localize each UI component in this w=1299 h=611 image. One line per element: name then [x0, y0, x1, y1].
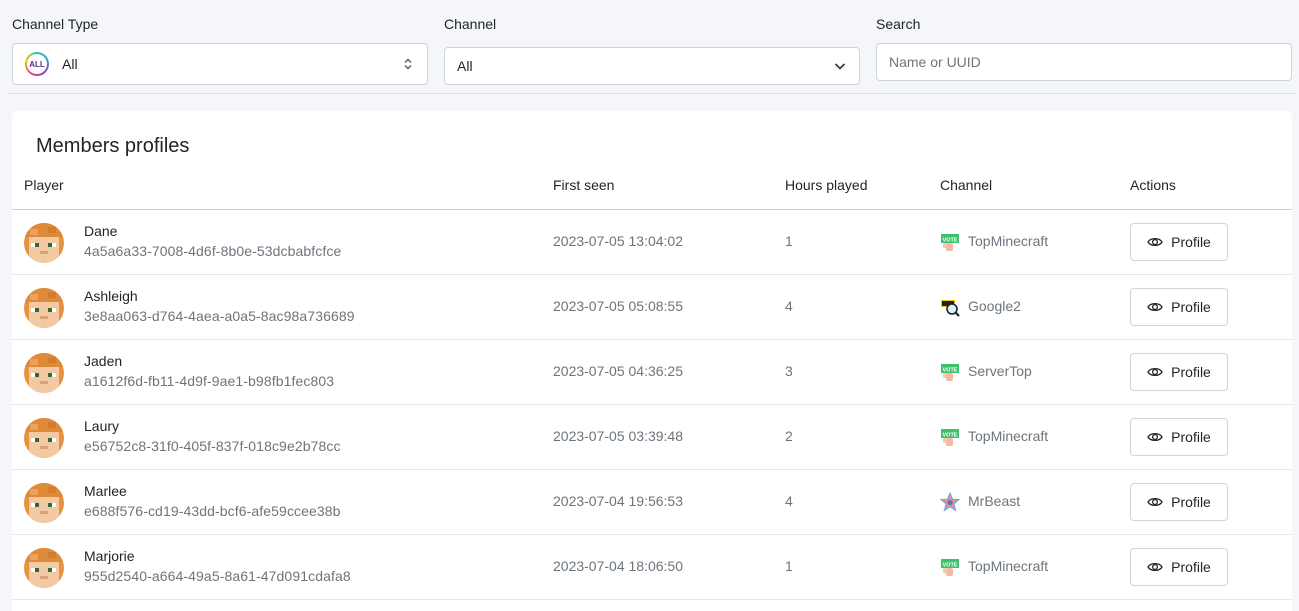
first-seen: 2023-07-05 03:39:48: [553, 428, 683, 444]
channel-name: TopMinecraft: [968, 233, 1049, 249]
hours-played: 4: [785, 493, 793, 509]
profile-button[interactable]: Profile: [1130, 353, 1228, 391]
table-row: Dane 4a5a6a33-7008-4d6f-8b0e-53dcbabfcfc…: [12, 210, 1292, 275]
channel-value: All: [457, 58, 473, 74]
updown-caret-icon: [404, 58, 412, 70]
column-header-actions: Actions: [1130, 177, 1176, 193]
channel-name: MrBeast: [968, 493, 1021, 509]
player-name: Laury: [84, 418, 120, 434]
search-magnifier-icon: [940, 297, 960, 317]
player-avatar: [24, 223, 64, 263]
first-seen: 2023-07-04 18:06:50: [553, 558, 683, 574]
hours-played: 1: [785, 558, 793, 574]
column-header-player: Player: [24, 177, 64, 193]
first-seen: 2023-07-05 04:36:25: [553, 363, 683, 379]
all-badge-text: ALL: [27, 54, 47, 74]
table-row: Jaden a1612f6d-fb11-4d9f-9ae1-b98fb1fec8…: [12, 340, 1292, 405]
search-label: Search: [876, 16, 921, 32]
star-icon: [939, 491, 961, 512]
player-avatar: [24, 288, 64, 328]
filters-divider: [8, 93, 1296, 94]
profile-button-label: Profile: [1171, 494, 1211, 510]
profile-button[interactable]: Profile: [1130, 483, 1228, 521]
first-seen: 2023-07-05 05:08:55: [553, 298, 683, 314]
player-name: Marlee: [84, 483, 127, 499]
column-header-channel: Channel: [940, 177, 993, 193]
channel-name: Google2: [968, 298, 1021, 314]
channel-select[interactable]: All: [444, 47, 860, 85]
player-name: Dane: [84, 223, 118, 239]
svg-text:VOTE: VOTE: [943, 237, 958, 243]
vote-icon: VOTE: [940, 427, 960, 447]
first-seen: 2023-07-05 13:04:02: [553, 233, 683, 249]
player-name: Ashleigh: [84, 288, 138, 304]
search-input[interactable]: [876, 43, 1292, 81]
table-row: Marjorie 955d2540-a664-49a5-8a61-47d091c…: [12, 535, 1292, 600]
player-name: Jaden: [84, 353, 123, 369]
svg-text:VOTE: VOTE: [943, 562, 958, 568]
player-uuid: 4a5a6a33-7008-4d6f-8b0e-53dcbabfcfce: [84, 243, 342, 259]
player-uuid: e688f576-cd19-43dd-bcf6-afe59ccee38b: [84, 503, 341, 519]
channel-name: TopMinecraft: [968, 558, 1049, 574]
card-title: Members profiles: [36, 135, 190, 157]
vote-icon: VOTE: [940, 362, 960, 382]
filters-bar: Channel Type ALL All Channel All Search: [0, 0, 1299, 94]
profile-button-label: Profile: [1171, 559, 1211, 575]
column-header-hours: Hours played: [785, 177, 868, 193]
vote-icon: VOTE: [940, 557, 960, 577]
hours-played: 3: [785, 363, 793, 379]
channel-type-select[interactable]: ALL All: [12, 43, 428, 85]
table-row: Laury e56752c8-31f0-405f-837f-018c9e2b78…: [12, 405, 1292, 470]
channel-label: Channel: [444, 16, 497, 32]
svg-text:VOTE: VOTE: [943, 432, 958, 438]
channel-type-value: All: [62, 56, 78, 72]
eye-icon: [1147, 497, 1163, 507]
table-row: Ashleigh 3e8aa063-d764-4aea-a0a5-8ac98a7…: [12, 275, 1292, 340]
profile-button-label: Profile: [1171, 299, 1211, 315]
channel-name: TopMinecraft: [968, 428, 1049, 444]
channel-type-label: Channel Type: [12, 16, 99, 32]
members-card: Members profiles Player First seen Hours…: [12, 111, 1292, 611]
profile-button[interactable]: Profile: [1130, 223, 1228, 261]
player-uuid: e56752c8-31f0-405f-837f-018c9e2b78cc: [84, 438, 341, 454]
hours-played: 1: [785, 233, 793, 249]
first-seen: 2023-07-04 19:56:53: [553, 493, 683, 509]
player-avatar: [24, 483, 64, 523]
profile-button[interactable]: Profile: [1130, 418, 1228, 456]
profile-button[interactable]: Profile: [1130, 288, 1228, 326]
eye-icon: [1147, 562, 1163, 572]
all-channels-icon: ALL: [25, 52, 49, 76]
eye-icon: [1147, 367, 1163, 377]
eye-icon: [1147, 237, 1163, 247]
profile-button[interactable]: Profile: [1130, 548, 1228, 586]
player-avatar: [24, 548, 64, 588]
table-row: Marlee e688f576-cd19-43dd-bcf6-afe59ccee…: [12, 470, 1292, 535]
profile-button-label: Profile: [1171, 234, 1211, 250]
player-uuid: a1612f6d-fb11-4d9f-9ae1-b98fb1fec803: [84, 373, 335, 389]
player-uuid: 955d2540-a664-49a5-8a61-47d091cdafa8: [84, 568, 351, 584]
profile-button-label: Profile: [1171, 364, 1211, 380]
chevron-down-icon: [834, 63, 846, 70]
eye-icon: [1147, 432, 1163, 442]
eye-icon: [1147, 302, 1163, 312]
profile-button-label: Profile: [1171, 429, 1211, 445]
column-header-first-seen: First seen: [553, 177, 615, 193]
player-avatar: [24, 353, 64, 393]
hours-played: 4: [785, 298, 793, 314]
player-name: Marjorie: [84, 548, 135, 564]
svg-text:VOTE: VOTE: [943, 367, 958, 373]
hours-played: 2: [785, 428, 793, 444]
vote-icon: VOTE: [940, 232, 960, 252]
channel-name: ServerTop: [968, 363, 1032, 379]
player-avatar: [24, 418, 64, 458]
player-uuid: 3e8aa063-d764-4aea-a0a5-8ac98a736689: [84, 308, 355, 324]
